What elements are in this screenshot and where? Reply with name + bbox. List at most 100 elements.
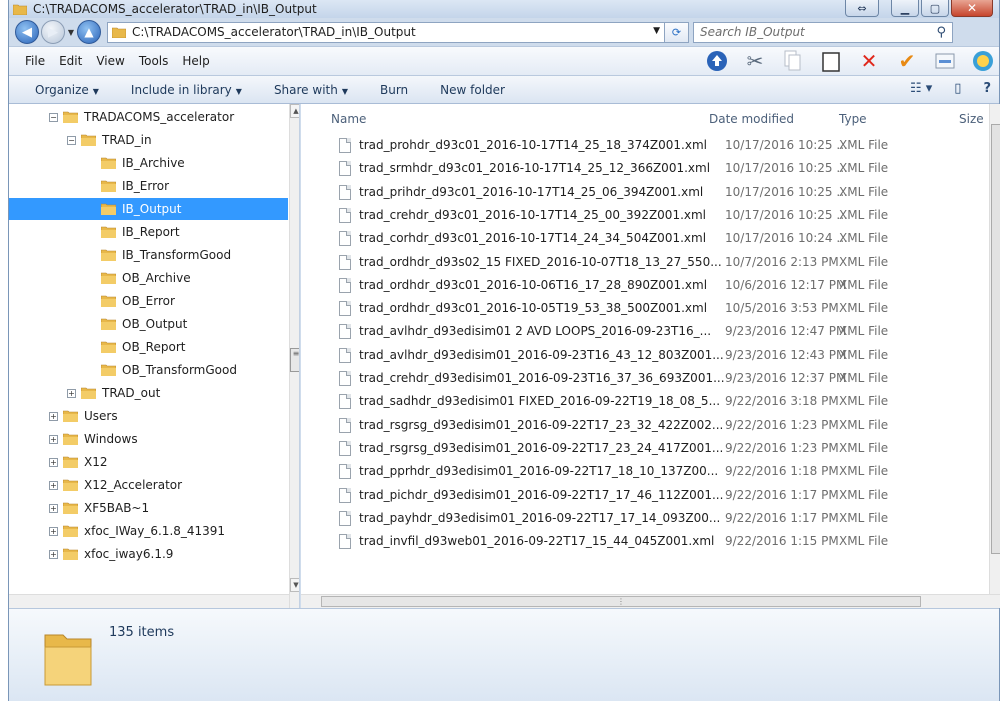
file-row[interactable]: trad_pprhdr_d93edisim01_2016-09-22T17_18… (301, 460, 991, 483)
tree-item[interactable]: + X12_Accelerator (49, 474, 182, 496)
share-with-button[interactable]: Share with ▼ (274, 83, 348, 97)
refresh-button[interactable]: ⟳ (665, 21, 689, 43)
file-row[interactable]: trad_crehdr_d93edisim01_2016-09-23T16_37… (301, 367, 991, 390)
expand-icon[interactable]: + (49, 549, 58, 559)
paste-icon[interactable] (819, 49, 843, 73)
tree-item-label: IB_Output (122, 202, 182, 216)
scroll-thumb[interactable] (991, 124, 1000, 554)
scroll-thumb[interactable]: ⋮ (321, 596, 921, 607)
expand-icon[interactable]: + (49, 457, 58, 467)
tree-item[interactable]: OB_Report (101, 336, 185, 358)
item-count: 135 items (109, 625, 175, 640)
swap-button[interactable]: ⇔ (845, 0, 879, 17)
recent-pages-dropdown[interactable]: ▼ (65, 28, 77, 37)
tree-item[interactable]: + Users (49, 405, 118, 427)
menu-help[interactable]: Help (182, 54, 209, 68)
tree-item[interactable]: IB_TransformGood (101, 244, 231, 266)
list-horizontal-scrollbar[interactable]: ⋮ (301, 594, 1000, 608)
tree-item[interactable]: OB_TransformGood (101, 359, 237, 381)
tree-item[interactable]: + X12 (49, 451, 108, 473)
delete-icon[interactable]: ✕ (857, 49, 881, 73)
menu-edit[interactable]: Edit (59, 54, 82, 68)
column-name[interactable]: Name (331, 112, 366, 126)
expand-icon[interactable]: + (49, 503, 58, 513)
tree-item[interactable]: IB_Output (9, 198, 288, 220)
file-row[interactable]: trad_invfil_d93web01_2016-09-22T17_15_44… (301, 530, 991, 553)
view-options-icon[interactable]: ☷ ▾ (910, 81, 932, 96)
tree-item[interactable]: − TRAD_in (67, 129, 152, 151)
expand-icon[interactable]: + (49, 480, 58, 490)
address-dropdown-icon[interactable]: ▼ (653, 26, 660, 36)
preview-pane-icon[interactable]: ▯ (954, 81, 961, 96)
file-name: trad_ordhdr_d93c01_2016-10-06T16_17_28_8… (359, 277, 708, 292)
nav-horizontal-scrollbar[interactable] (9, 594, 289, 608)
maximize-button[interactable]: ▢ (921, 0, 949, 17)
tree-item[interactable]: + Windows (49, 428, 138, 450)
help-icon[interactable]: ? (983, 81, 991, 96)
file-row[interactable]: trad_corhdr_d93c01_2016-10-17T14_24_34_5… (301, 227, 991, 250)
search-icon[interactable]: ⚲ (936, 25, 946, 40)
collapse-icon[interactable]: − (67, 135, 76, 145)
file-row[interactable]: trad_ordhdr_d93c01_2016-10-06T16_17_28_8… (301, 274, 991, 297)
collapse-icon[interactable]: − (49, 112, 58, 122)
address-bar[interactable]: C:\TRADACOMS_accelerator\TRAD_in\IB_Outp… (107, 21, 665, 43)
nav-vertical-scrollbar[interactable]: ▲ ≡ ▼ (289, 104, 299, 608)
scroll-down-icon[interactable]: ▼ (290, 578, 299, 592)
menu-tools[interactable]: Tools (139, 54, 169, 68)
scroll-up-icon[interactable]: ▲ (290, 104, 299, 118)
file-row[interactable]: trad_payhdr_d93edisim01_2016-09-22T17_17… (301, 507, 991, 530)
checkmark-icon[interactable]: ✔ (895, 49, 919, 73)
tree-item[interactable]: OB_Output (101, 313, 187, 335)
column-type[interactable]: Type (839, 112, 867, 126)
organize-button[interactable]: Organize ▼ (35, 83, 99, 97)
tree-item[interactable]: OB_Error (101, 290, 175, 312)
column-date-modified[interactable]: Date modified (709, 112, 794, 126)
column-size[interactable]: Size (959, 112, 984, 126)
close-button[interactable]: ✕ (951, 0, 993, 17)
up-button[interactable]: ▲ (77, 20, 101, 44)
file-row[interactable]: trad_pichdr_d93edisim01_2016-09-22T17_17… (301, 484, 991, 507)
tree-item[interactable]: + xfoc_iway6.1.9 (49, 543, 173, 565)
search-input[interactable]: Search IB_Output ⚲ (693, 21, 953, 43)
tree-item[interactable]: IB_Archive (101, 152, 185, 174)
burn-button[interactable]: Burn (380, 83, 408, 97)
include-in-library-button[interactable]: Include in library ▼ (131, 83, 242, 97)
expand-icon[interactable]: + (49, 411, 58, 421)
file-row[interactable]: trad_prohdr_d93c01_2016-10-17T14_25_18_3… (301, 134, 991, 157)
forward-button[interactable]: ▶ (41, 20, 65, 44)
menu-view[interactable]: View (96, 54, 124, 68)
file-row[interactable]: trad_srmhdr_d93c01_2016-10-17T14_25_12_3… (301, 157, 991, 180)
expand-icon[interactable]: + (67, 388, 76, 398)
expand-icon[interactable]: + (49, 434, 58, 444)
copy-icon[interactable] (781, 49, 805, 73)
file-row[interactable]: trad_ordhdr_d93c01_2016-10-05T19_53_38_5… (301, 297, 991, 320)
tree-item[interactable]: + TRAD_out (67, 382, 160, 404)
tree-item[interactable]: + XF5BAB~1 (49, 497, 149, 519)
file-row[interactable]: trad_rsgrsg_d93edisim01_2016-09-22T17_23… (301, 414, 991, 437)
expand-icon[interactable]: + (49, 526, 58, 536)
file-name: trad_sadhdr_d93edisim01 FIXED_2016-09-22… (359, 394, 721, 409)
tree-item-label: Users (84, 409, 118, 423)
file-row[interactable]: trad_ordhdr_d93s02_15 FIXED_2016-10-07T1… (301, 251, 991, 274)
tree-item[interactable]: − TRADACOMS_accelerator (49, 106, 234, 128)
file-row[interactable]: trad_sadhdr_d93edisim01 FIXED_2016-09-22… (301, 390, 991, 413)
globe-icon[interactable] (971, 49, 995, 73)
file-row[interactable]: trad_rsgrsg_d93edisim01_2016-09-22T17_23… (301, 437, 991, 460)
file-row[interactable]: trad_prihdr_d93c01_2016-10-17T14_25_06_3… (301, 181, 991, 204)
file-row[interactable]: trad_avlhdr_d93edisim01 2 AVD LOOPS_2016… (301, 320, 991, 343)
up-folder-icon[interactable] (705, 49, 729, 73)
properties-icon[interactable] (933, 49, 957, 73)
file-row[interactable]: trad_crehdr_d93c01_2016-10-17T14_25_00_3… (301, 204, 991, 227)
cut-icon[interactable]: ✂ (743, 49, 767, 73)
tree-item[interactable]: IB_Report (101, 221, 180, 243)
file-row[interactable]: trad_avlhdr_d93edisim01_2016-09-23T16_43… (301, 344, 991, 367)
tree-item[interactable]: OB_Archive (101, 267, 191, 289)
menu-file[interactable]: File (25, 54, 45, 68)
scroll-thumb[interactable]: ≡ (290, 348, 299, 372)
minimize-button[interactable]: ▁ (891, 0, 919, 17)
new-folder-button[interactable]: New folder (440, 83, 505, 97)
menu-bar: File Edit View Tools Help ✂ ✕ ✔ (9, 46, 999, 76)
back-button[interactable]: ◀ (15, 20, 39, 44)
tree-item[interactable]: IB_Error (101, 175, 169, 197)
tree-item[interactable]: + xfoc_IWay_6.1.8_41391 (49, 520, 225, 542)
